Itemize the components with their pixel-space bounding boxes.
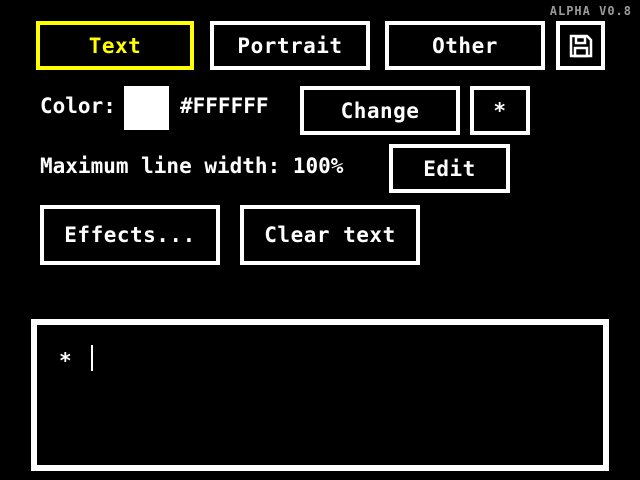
color-swatch	[124, 86, 169, 130]
floppy-disk-icon	[569, 34, 592, 57]
edit-line-width-button[interactable]: Edit	[389, 144, 510, 193]
clear-text-button[interactable]: Clear text	[240, 205, 420, 265]
tab-portrait[interactable]: Portrait	[210, 21, 370, 70]
editor-asterisk: *	[59, 349, 72, 373]
tab-other[interactable]: Other	[385, 21, 545, 70]
color-label: Color:	[40, 94, 116, 118]
save-button[interactable]	[556, 21, 605, 70]
version-label: ALPHA V0.8	[549, 4, 632, 18]
text-cursor	[91, 345, 93, 371]
effects-button[interactable]: Effects...	[40, 205, 220, 265]
asterisk-button[interactable]: *	[470, 86, 530, 135]
color-hex-value: #FFFFFF	[180, 94, 269, 118]
text-editor[interactable]: *	[31, 319, 609, 471]
line-width-label: Maximum line width: 100%	[40, 154, 344, 178]
tab-text[interactable]: Text	[36, 21, 194, 70]
change-color-button[interactable]: Change	[300, 86, 460, 135]
